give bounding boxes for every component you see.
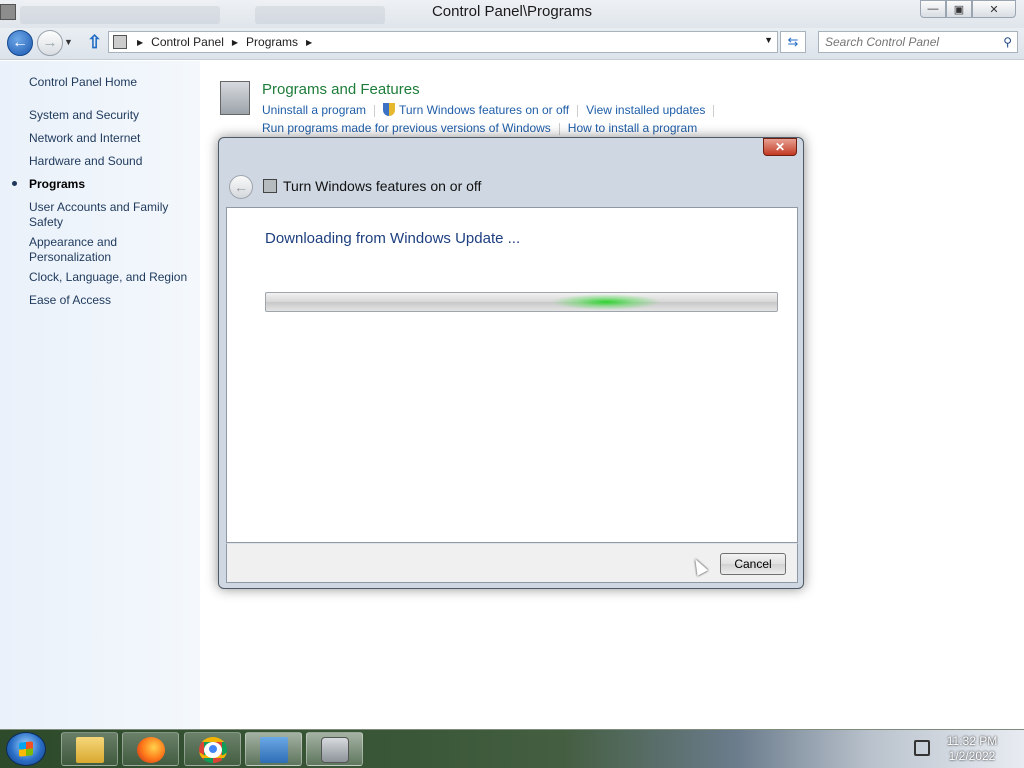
window-title: Control Panel\Programs [431, 3, 593, 20]
progress-marquee-glow [551, 294, 661, 310]
section-links: Uninstall a program Turn Windows features… [262, 101, 722, 137]
taskbar-chrome[interactable] [184, 732, 241, 766]
title-bar: Control Panel\Programs — ▣ ✕ [0, 0, 1024, 28]
search-box[interactable]: ⚲ [818, 31, 1018, 53]
sidebar-item-network-internet[interactable]: Network and Internet [29, 131, 194, 146]
sidebar-item-appearance[interactable]: Appearance and Personalization [29, 235, 139, 265]
download-status-text: Downloading from Windows Update ... [265, 230, 521, 247]
start-button[interactable] [6, 732, 46, 766]
dialog-close-button[interactable]: ✕ [763, 138, 797, 156]
close-button[interactable]: ✕ [972, 0, 1016, 18]
chrome-center-icon [207, 743, 219, 755]
dialog-footer: Cancel [226, 543, 798, 583]
clock-time: 11:32 PM [946, 734, 998, 748]
section-title[interactable]: Programs and Features [262, 81, 420, 98]
address-bar[interactable]: ▶ Control Panel ▶ Programs ▶ ▼ [108, 31, 778, 53]
navigation-bar: ← → ▼ ⇧ ▶ Control Panel ▶ Programs ▶ ▼ ⇆… [0, 28, 1024, 60]
folder-icon [76, 737, 104, 763]
dialog-back-button[interactable]: ← [229, 175, 253, 199]
sidebar-item-control-panel-home[interactable]: Control Panel Home [29, 75, 137, 90]
left-navigation-pane: Control Panel Home System and Security N… [0, 61, 200, 729]
maximize-button[interactable]: ▣ [946, 0, 972, 18]
active-bullet-icon [12, 181, 17, 186]
link-view-updates[interactable]: View installed updates [586, 103, 705, 117]
taskbar-control-panel[interactable] [245, 732, 302, 766]
address-dropdown-chevron-down-icon[interactable]: ▼ [764, 35, 773, 45]
uac-shield-icon [383, 103, 396, 116]
window-controls: — ▣ ✕ [920, 0, 1016, 18]
system-clock[interactable]: 11:32 PM 1/2/2022 [940, 734, 1004, 764]
firefox-icon [137, 737, 165, 763]
network-icon[interactable] [914, 740, 930, 756]
chevron-right-icon[interactable]: ▶ [137, 38, 143, 47]
taskbar: 11:32 PM 1/2/2022 [0, 729, 1024, 768]
sidebar-item-programs[interactable]: Programs [29, 177, 194, 192]
sidebar-item-user-accounts[interactable]: User Accounts and Family Safety [29, 200, 179, 230]
control-panel-icon [113, 35, 127, 49]
breadcrumb-control-panel[interactable]: Control Panel [151, 35, 224, 49]
link-how-to-install[interactable]: How to install a program [568, 121, 697, 135]
sidebar-item-ease-of-access[interactable]: Ease of Access [29, 293, 194, 308]
control-panel-icon [260, 737, 288, 763]
up-button[interactable]: ⇧ [87, 32, 102, 53]
programs-features-icon [220, 81, 250, 115]
refresh-icon[interactable]: ⇆ [780, 31, 806, 53]
recent-pages-chevron-down-icon[interactable]: ▼ [64, 37, 73, 47]
windows-features-dialog: ✕ ← Turn Windows features on or off Down… [218, 137, 804, 589]
taskbar-windows-explorer[interactable] [61, 732, 118, 766]
windows-logo-icon [19, 741, 33, 757]
link-compatibility[interactable]: Run programs made for previous versions … [262, 121, 551, 135]
sidebar-item-clock-language-region[interactable]: Clock, Language, and Region [29, 270, 194, 285]
taskbar-windows-features[interactable] [306, 732, 363, 766]
windows-features-icon [263, 179, 277, 193]
back-button[interactable]: ← [7, 30, 33, 56]
sidebar-item-system-security[interactable]: System and Security [29, 108, 194, 123]
search-input[interactable] [825, 35, 995, 49]
dialog-body: Downloading from Windows Update ... [226, 207, 798, 543]
chevron-right-icon[interactable]: ▶ [232, 38, 238, 47]
chevron-right-icon[interactable]: ▶ [306, 38, 312, 47]
clock-date: 1/2/2022 [948, 749, 996, 763]
download-progress-bar [265, 292, 778, 312]
link-turn-features[interactable]: Turn Windows features on or off [399, 103, 569, 117]
sidebar-item-hardware-sound[interactable]: Hardware and Sound [29, 154, 194, 169]
dialog-title: Turn Windows features on or off [283, 178, 482, 194]
taskbar-firefox[interactable] [122, 732, 179, 766]
link-uninstall-program[interactable]: Uninstall a program [262, 103, 366, 117]
windows-features-icon [321, 737, 349, 763]
forward-button[interactable]: → [37, 30, 63, 56]
search-icon[interactable]: ⚲ [1003, 35, 1012, 49]
breadcrumb-programs[interactable]: Programs [246, 35, 298, 49]
cancel-button[interactable]: Cancel [720, 553, 786, 575]
minimize-button[interactable]: — [920, 0, 946, 18]
